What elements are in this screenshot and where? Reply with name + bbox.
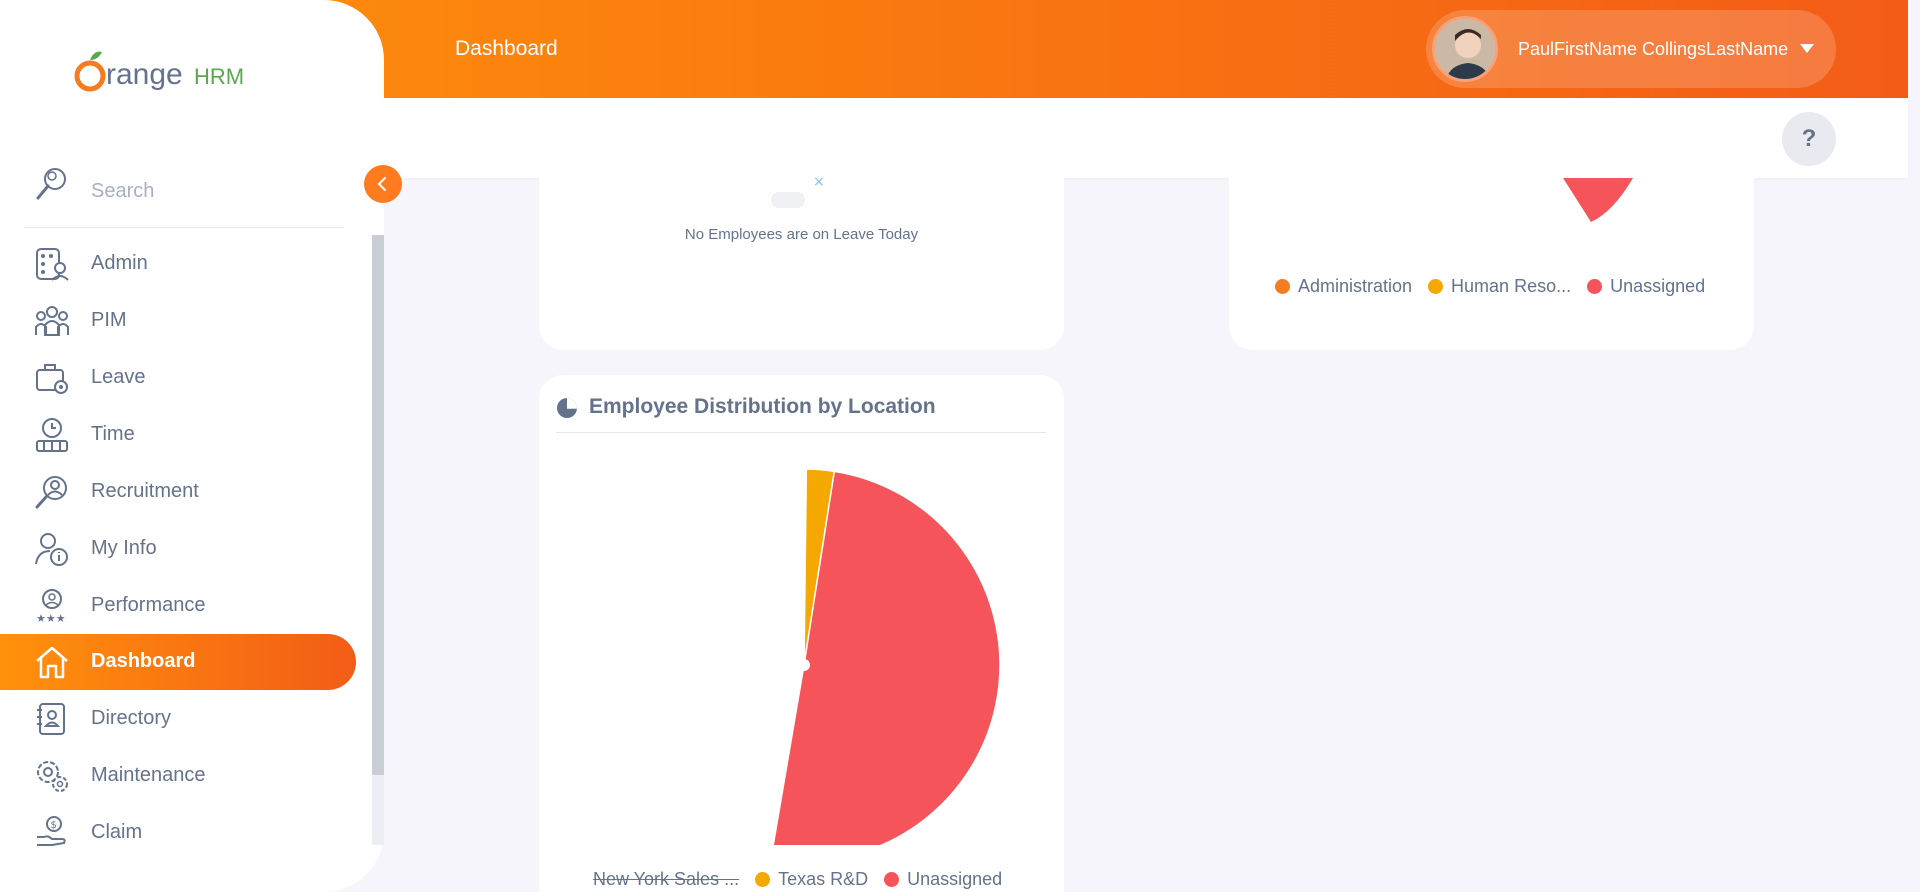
no-leave-text: No Employees are on Leave Today (684, 226, 919, 243)
legend-label: Human Reso... (1451, 276, 1572, 296)
page-title: Dashboard (455, 37, 558, 60)
directory-icon (37, 703, 65, 735)
admin-icon (36, 248, 69, 281)
recruitment-icon (35, 476, 67, 509)
chevron-down-icon[interactable] (1800, 44, 1814, 53)
sidebar-item-label: Dashboard (91, 650, 196, 672)
svg-text:×: × (813, 174, 825, 190)
sidebar-item-label: Admin (91, 252, 148, 274)
sidebar-item-time[interactable]: Time (0, 407, 356, 463)
legend-item-administration[interactable]: Administration (1275, 276, 1412, 297)
sidebar-item-directory[interactable]: Directory (0, 691, 356, 747)
help-button[interactable]: ? (1782, 112, 1836, 166)
legend-label: Administration (1298, 276, 1413, 296)
pie-slice-unassigned (1563, 178, 1633, 222)
pie-chart-icon (557, 398, 577, 418)
home-icon (36, 646, 68, 679)
subunit-legend: Administration Human Reso... Unassigned (1275, 276, 1705, 297)
pim-icon (35, 306, 69, 336)
sidebar-item-claim[interactable]: $ Claim (0, 805, 356, 861)
sidebar-item-label: Leave (91, 366, 146, 388)
sidebar-item-pim[interactable]: PIM (0, 293, 356, 349)
legend-item-new-york-sales[interactable]: New York Sales ... (593, 869, 739, 890)
sidebar-item-label: Claim (91, 821, 143, 843)
user-dropdown[interactable]: PaulFirstName CollingsLastName (1426, 10, 1836, 88)
employee-distribution-by-location-widget: Employee Distribution by Location New Yo… (539, 375, 1064, 892)
sidebar-scrollbar-thumb[interactable] (372, 235, 384, 775)
location-legend: New York Sales ... Texas R&D Unassigned (593, 869, 1002, 890)
svg-text:★★★: ★★★ (36, 612, 66, 624)
chevron-left-icon (377, 177, 386, 191)
pie-center (798, 659, 810, 671)
legend-dot (1275, 279, 1290, 294)
legend-label: Unassigned (1610, 276, 1706, 296)
legend-item-unassigned[interactable]: Unassigned (884, 869, 1002, 890)
sidebar-item-label: PIM (91, 309, 127, 331)
sidebar-item-label: Recruitment (91, 480, 199, 502)
user-avatar[interactable] (1432, 16, 1498, 82)
sidebar-item-performance[interactable]: ★★★ Performance (0, 578, 356, 634)
my-info-icon (35, 533, 68, 566)
sidebar-item-label: My Info (91, 537, 157, 559)
employees-on-leave-widget: × No Employees are on Leave Today (539, 120, 1064, 350)
employee-distribution-by-subunit-widget: Administration Human Reso... Unassigned (1229, 120, 1754, 350)
sidebar-collapse-button[interactable] (364, 165, 402, 203)
location-widget-title: Employee Distribution by Location (589, 395, 936, 418)
legend-item-unassigned[interactable]: Unassigned (1587, 276, 1705, 297)
subunit-pie-chart (1563, 178, 1633, 222)
performance-icon: ★★★ (36, 589, 66, 624)
maintenance-icon (37, 761, 68, 792)
orangehrm-logo[interactable]: range HRM (74, 46, 254, 98)
leave-icon (36, 364, 68, 394)
legend-item-texas-rd[interactable]: Texas R&D (755, 869, 868, 890)
empty-state-icon: × (771, 174, 825, 208)
sidebar-item-recruitment[interactable]: Recruitment (0, 464, 356, 520)
sidebar-item-admin[interactable]: Admin (0, 236, 356, 292)
sidebar-search (24, 160, 344, 228)
sidebar-item-label: Time (91, 423, 135, 445)
legend-label: New York Sales ... (593, 869, 740, 889)
svg-text:$: $ (51, 820, 57, 831)
time-icon (36, 418, 68, 452)
claim-icon: $ (37, 816, 66, 846)
sidebar-item-my-info[interactable]: My Info (0, 521, 356, 577)
legend-label: Texas R&D (778, 869, 869, 889)
sidebar: range HRM Admin PIM (0, 0, 384, 892)
search-input[interactable] (91, 180, 331, 203)
sidebar-item-label: Directory (91, 707, 172, 729)
sidebar-item-label: Maintenance (91, 764, 206, 786)
sidebar-item-maintenance[interactable]: Maintenance (0, 748, 356, 804)
legend-label: Unassigned (907, 869, 1003, 889)
search-icon (36, 168, 66, 200)
legend-dot (884, 872, 900, 887)
user-name[interactable]: PaulFirstName CollingsLastName (1518, 39, 1788, 60)
sidebar-item-dashboard[interactable]: Dashboard (0, 634, 356, 690)
svg-text:HRM: HRM (194, 64, 244, 89)
legend-dot (1428, 279, 1444, 294)
legend-dot (1587, 279, 1603, 294)
legend-item-human-resources[interactable]: Human Reso... (1428, 276, 1571, 297)
sidebar-item-label: Performance (91, 594, 206, 616)
legend-dot (755, 872, 771, 887)
divider (556, 432, 1046, 433)
location-pie-chart (772, 468, 1001, 845)
svg-text:range: range (106, 58, 183, 91)
sidebar-item-leave[interactable]: Leave (0, 350, 356, 406)
